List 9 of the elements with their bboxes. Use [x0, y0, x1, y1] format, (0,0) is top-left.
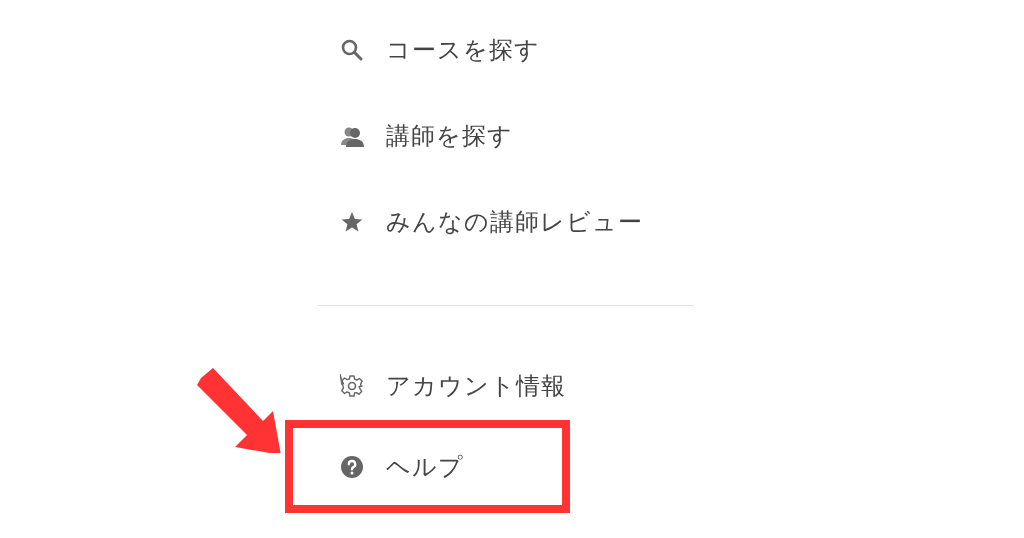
- star-icon: [340, 210, 364, 234]
- menu-item[interactable]: アカウント情報: [340, 370, 566, 402]
- settings-icon: [340, 374, 364, 398]
- help-icon: [340, 454, 364, 479]
- menu-item[interactable]: ヘルプ: [340, 450, 464, 483]
- menu-item[interactable]: 講師を探す: [340, 120, 513, 152]
- menu-item[interactable]: みんなの講師レビュー: [340, 206, 643, 238]
- menu-item[interactable]: コースを探す: [340, 34, 540, 66]
- search-icon: [340, 38, 364, 62]
